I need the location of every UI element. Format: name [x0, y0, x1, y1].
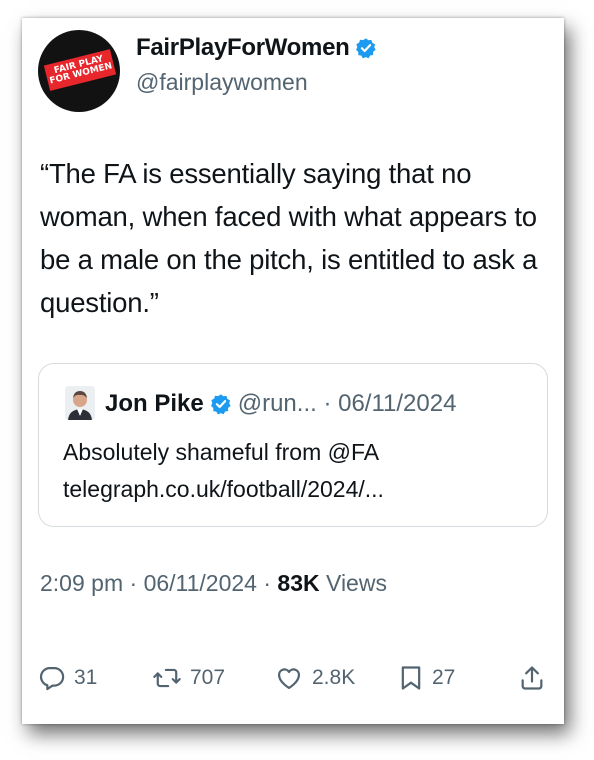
tweet-text: “The FA is essentially saying that no wo… [40, 158, 538, 318]
views-label: Views [326, 570, 387, 596]
separator: · [263, 570, 272, 596]
bookmark-count: 27 [432, 666, 456, 689]
share-icon [521, 666, 543, 690]
quoted-author-avatar [65, 386, 95, 420]
reply-count: 31 [74, 666, 98, 689]
tweet-date[interactable]: 06/11/2024 [144, 570, 257, 596]
quoted-meta: @run... · 06/11/2024 [237, 390, 457, 417]
reply-button[interactable]: 31 [38, 664, 97, 692]
quoted-author-name[interactable]: Jon Pike [105, 390, 204, 418]
like-button[interactable]: 2.8K [274, 664, 355, 692]
quoted-line-1: Absolutely shameful from @FA [63, 439, 380, 465]
quoted-link[interactable]: telegraph.co.uk/football/2024/... [63, 471, 384, 508]
avatar-logo: FAIR PLAY FOR WOMEN [43, 49, 117, 91]
repost-button[interactable]: 707 [152, 664, 225, 692]
tweet-card: FAIR PLAY FOR WOMEN FairPlayForWomen @fa… [22, 18, 564, 724]
bookmark-icon [401, 666, 421, 690]
quoted-header: Jon Pike @run... · 06/11/2024 [105, 390, 456, 418]
share-button[interactable] [518, 664, 546, 692]
repost-icon [153, 668, 181, 688]
like-count: 2.8K [312, 666, 356, 689]
bookmark-button[interactable]: 27 [398, 664, 455, 692]
author-name[interactable]: FairPlayForWomen [136, 34, 350, 62]
action-bar: 31 707 2.8K 27 [38, 664, 550, 694]
tweet-timestamp: 2:09 pm · 06/11/2024 · 83K Views [40, 570, 387, 597]
quoted-tweet[interactable]: Jon Pike @run... · 06/11/2024 Absolutely… [38, 363, 548, 527]
author-handle[interactable]: @fairplaywomen [136, 69, 308, 96]
separator: · [129, 570, 138, 596]
repost-count: 707 [190, 666, 226, 689]
heart-icon [277, 668, 301, 690]
author-avatar[interactable]: FAIR PLAY FOR WOMEN [38, 30, 120, 112]
author-name-row[interactable]: FairPlayForWomen [136, 34, 377, 62]
quoted-verified-badge-icon [210, 394, 231, 415]
quoted-text: Absolutely shameful from @FA telegraph.c… [63, 434, 384, 508]
verified-badge-icon [356, 38, 377, 59]
reply-icon [39, 666, 65, 691]
tweet-time[interactable]: 2:09 pm [40, 570, 123, 596]
views-count: 83K [277, 570, 320, 596]
